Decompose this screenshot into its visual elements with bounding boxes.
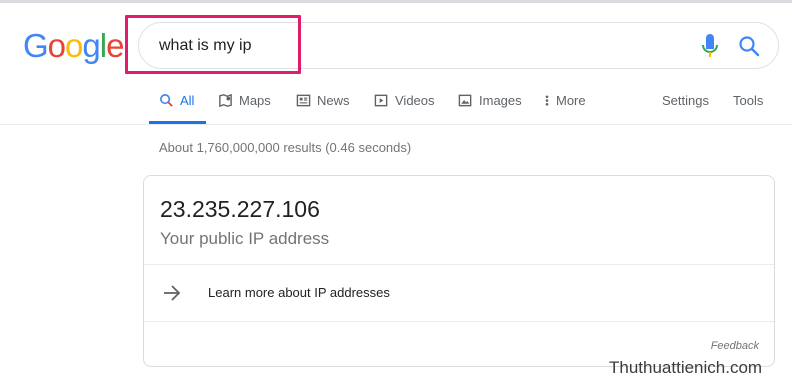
- ip-address-value: 23.235.227.106: [160, 196, 320, 222]
- tab-images[interactable]: Images: [458, 90, 522, 124]
- play-icon: [374, 94, 388, 107]
- top-border: [0, 0, 792, 3]
- tab-label: Settings: [662, 93, 709, 108]
- logo-letter-g1: G: [23, 27, 49, 64]
- learn-more-link[interactable]: Learn more about IP addresses: [208, 284, 390, 301]
- tab-maps[interactable]: Maps: [218, 90, 271, 124]
- image-icon: [458, 94, 472, 107]
- logo-letter-e: e: [106, 27, 124, 64]
- tab-news[interactable]: News: [296, 90, 350, 124]
- tab-label: More: [556, 93, 586, 108]
- logo-letter-g2: g: [82, 27, 100, 64]
- logo-letter-o1: o: [47, 27, 66, 64]
- news-icon: [296, 94, 311, 107]
- card-divider: [144, 264, 774, 265]
- card-divider: [144, 321, 774, 322]
- google-logo[interactable]: Google: [23, 26, 124, 66]
- logo-letter-o2: o: [65, 27, 83, 64]
- tab-settings[interactable]: Settings: [662, 90, 709, 124]
- tabs-divider: [0, 124, 792, 125]
- tab-label: Tools: [733, 93, 764, 108]
- watermark: Thuthuattienich.com: [609, 358, 763, 377]
- search-tabs: All Maps News Videos Images More Setting…: [0, 90, 792, 124]
- query-highlight-frame: [125, 15, 301, 74]
- search-icon: [160, 94, 173, 107]
- arrow-right-icon[interactable]: [162, 284, 182, 302]
- tab-label: Images: [479, 93, 522, 108]
- more-vert-icon: [545, 95, 549, 106]
- search-icon[interactable]: [737, 34, 761, 58]
- tab-label: Maps: [239, 93, 271, 108]
- microphone-icon[interactable]: [700, 33, 720, 59]
- ip-address-subtitle: Your public IP address: [160, 229, 330, 248]
- tab-videos[interactable]: Videos: [374, 90, 435, 124]
- tab-label: News: [317, 93, 350, 108]
- tab-label: Videos: [395, 93, 435, 108]
- map-icon: [219, 93, 232, 108]
- result-stats: About 1,760,000,000 results (0.46 second…: [159, 140, 412, 155]
- tab-more[interactable]: More: [544, 90, 586, 124]
- tab-all[interactable]: All: [159, 90, 194, 124]
- feedback-link[interactable]: Feedback: [711, 339, 759, 353]
- tab-label: All: [180, 93, 195, 108]
- tab-tools[interactable]: Tools: [733, 90, 763, 124]
